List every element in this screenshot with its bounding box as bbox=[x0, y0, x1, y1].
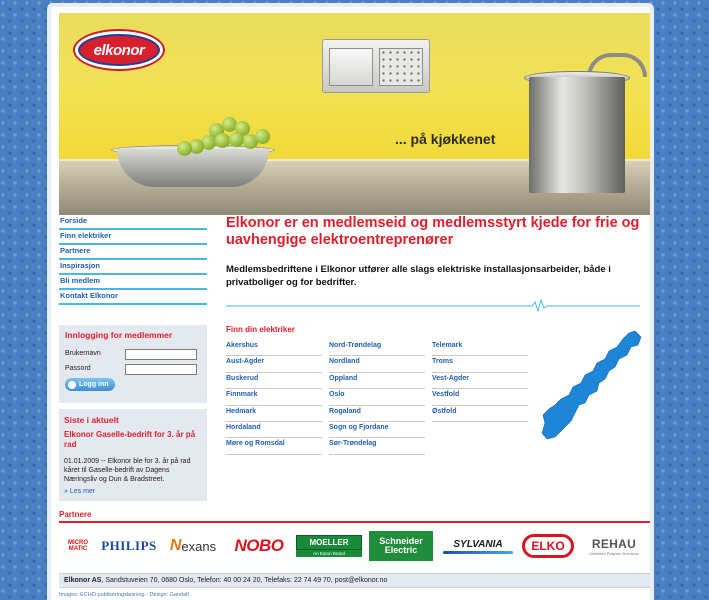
partner-nobo-logo[interactable]: NOBO bbox=[229, 531, 289, 561]
elkonor-logo[interactable]: elkonor bbox=[75, 31, 163, 69]
page-headline: Elkonor er en medlemseid og medlemsstyrt… bbox=[226, 215, 640, 248]
region-nord-trondelag[interactable]: Nord-Trøndelag bbox=[329, 340, 425, 357]
footer-contact: Elkonor AS, Sandstuveien 70, 0680 Oslo, … bbox=[59, 573, 650, 588]
partners-divider bbox=[59, 521, 650, 523]
password-label: Passord bbox=[65, 365, 91, 372]
login-title: Innlogging for medlemmer bbox=[65, 330, 173, 340]
nexans-n: N bbox=[169, 537, 182, 554]
hero-banner: elkonor ... på kjøkkenet bbox=[59, 13, 650, 215]
region-oslo[interactable]: Oslo bbox=[329, 389, 425, 406]
news-headline-link[interactable]: Elkonor Gaselle-bedrift for 3. år på rad bbox=[64, 430, 202, 450]
region-vest-agder[interactable]: Vest-Agder bbox=[432, 373, 528, 390]
moeller-sub: An Eaton Brand bbox=[296, 550, 362, 557]
intercom-panel bbox=[379, 48, 423, 86]
switch-panel bbox=[329, 48, 373, 86]
region-column-3: Telemark Troms Vest-Agder Vestfold Østfo… bbox=[432, 340, 528, 422]
grape bbox=[215, 133, 230, 148]
region-hedmark[interactable]: Hedmark bbox=[226, 406, 322, 422]
partner-sylvania-logo[interactable]: SYLVANIA bbox=[439, 531, 517, 561]
pulse-divider bbox=[226, 299, 640, 313]
username-label: Brukernavn bbox=[65, 350, 101, 357]
nav-item-kontakt[interactable]: Kontakt Elkonor bbox=[59, 290, 207, 305]
region-oppland[interactable]: Oppland bbox=[329, 373, 425, 390]
news-section-title: Siste i aktuelt bbox=[64, 415, 119, 425]
moeller-text: MOELLER bbox=[296, 535, 362, 550]
region-troms[interactable]: Troms bbox=[432, 356, 528, 373]
intro-text: Medlemsbedriftene i Elkonor utfører alle… bbox=[226, 264, 611, 288]
bulb-icon bbox=[68, 380, 76, 389]
footer-company: Elkonor AS bbox=[64, 577, 102, 584]
nav-item-partnere[interactable]: Partnere bbox=[59, 245, 207, 260]
left-nav: Forside Finn elektriker Partnere Inspira… bbox=[59, 215, 207, 305]
news-text: 01.01.2009 -- Elkonor ble for 3. år på r… bbox=[64, 458, 191, 483]
footer-credits: Images: ECHO publiseringsløsning - Desig… bbox=[59, 592, 189, 598]
philips-text: PHILIPS bbox=[101, 538, 157, 553]
logo-inner: elkonor bbox=[80, 36, 158, 64]
schneider-text-2: Electric bbox=[384, 545, 418, 555]
nobo-text: NOBO bbox=[234, 536, 285, 555]
login-box: Innlogging for medlemmer Brukernavn Pass… bbox=[59, 325, 207, 403]
region-sogn-og-fjordane[interactable]: Sogn og Fjordane bbox=[329, 422, 425, 439]
password-input[interactable] bbox=[125, 364, 197, 375]
region-column-2: Nord-Trøndelag Nordland Oppland Oslo Rog… bbox=[329, 340, 425, 455]
partner-schneider-logo[interactable]: Schneider Electric bbox=[369, 531, 433, 561]
wall-switch-image bbox=[322, 39, 430, 93]
grape bbox=[255, 129, 270, 144]
sylvania-swoosh bbox=[443, 550, 513, 554]
norway-map[interactable] bbox=[539, 325, 643, 443]
partner-micromatic-logo[interactable]: MICRO MATIC bbox=[61, 531, 95, 561]
partner-elko-logo[interactable]: ELKO bbox=[521, 531, 575, 561]
nav-item-inspirasjon[interactable]: Inspirasjon bbox=[59, 260, 207, 275]
region-buskerud[interactable]: Buskerud bbox=[226, 373, 322, 390]
partner-nexans-logo[interactable]: Nexans bbox=[161, 531, 225, 561]
region-akershus[interactable]: Akershus bbox=[226, 340, 322, 357]
micromatic-text-2: MATIC bbox=[68, 546, 88, 552]
finn-title: Finn din elektriker bbox=[226, 325, 295, 334]
nav-item-finn-elektriker[interactable]: Finn elektriker bbox=[59, 230, 207, 245]
region-more-og-romsdal[interactable]: Møre og Romsdal bbox=[226, 438, 322, 455]
partners-title: Partnere bbox=[59, 510, 92, 519]
elko-text: ELKO bbox=[522, 534, 574, 558]
region-aust-agder[interactable]: Aust-Agder bbox=[226, 356, 322, 373]
cooking-pot-image bbox=[529, 77, 625, 193]
nav-item-forside[interactable]: Forside bbox=[59, 215, 207, 230]
region-sor-trondelag[interactable]: Sør-Trøndelag bbox=[329, 438, 425, 455]
colander-image bbox=[117, 149, 269, 187]
login-button[interactable]: Logg inn bbox=[65, 378, 115, 391]
region-vestfold[interactable]: Vestfold bbox=[432, 389, 528, 406]
login-button-label: Logg inn bbox=[79, 381, 109, 388]
rehau-text: REHAU bbox=[591, 536, 637, 551]
rehau-tagline: Unlimited Polymer Solutions bbox=[588, 550, 640, 556]
sylvania-text: SYLVANIA bbox=[453, 538, 503, 550]
grape bbox=[177, 141, 192, 156]
footer-details: , Sandstuveien 70, 0680 Oslo, Telefon: 4… bbox=[101, 577, 388, 584]
region-finnmark[interactable]: Finnmark bbox=[226, 389, 322, 406]
partner-philips-logo[interactable]: PHILIPS bbox=[99, 531, 159, 561]
hero-slogan: ... på kjøkkenet bbox=[395, 131, 496, 147]
region-column-1: Akershus Aust-Agder Buskerud Finnmark He… bbox=[226, 340, 322, 455]
partner-moeller-logo[interactable]: MOELLER An Eaton Brand bbox=[294, 531, 364, 561]
page-frame: elkonor ... på kjøkkenet Forside Finn el… bbox=[47, 3, 654, 600]
region-rogaland[interactable]: Rogaland bbox=[329, 406, 425, 422]
region-hordaland[interactable]: Hordaland bbox=[226, 422, 322, 439]
news-box: Siste i aktuelt Elkonor Gaselle-bedrift … bbox=[59, 409, 207, 501]
region-ostfold[interactable]: Østfold bbox=[432, 406, 528, 422]
region-nordland[interactable]: Nordland bbox=[329, 356, 425, 373]
partner-rehau-logo[interactable]: REHAU Unlimited Polymer Solutions bbox=[580, 531, 648, 561]
norway-shape[interactable] bbox=[541, 330, 642, 440]
logo-text: elkonor bbox=[93, 41, 145, 59]
username-input[interactable] bbox=[125, 349, 197, 360]
region-telemark[interactable]: Telemark bbox=[432, 340, 528, 357]
nav-item-bli-medlem[interactable]: Bli medlem bbox=[59, 275, 207, 290]
grape bbox=[229, 132, 244, 147]
nexans-text: exans bbox=[181, 538, 217, 554]
news-more-link[interactable]: » Les mer bbox=[64, 488, 95, 495]
